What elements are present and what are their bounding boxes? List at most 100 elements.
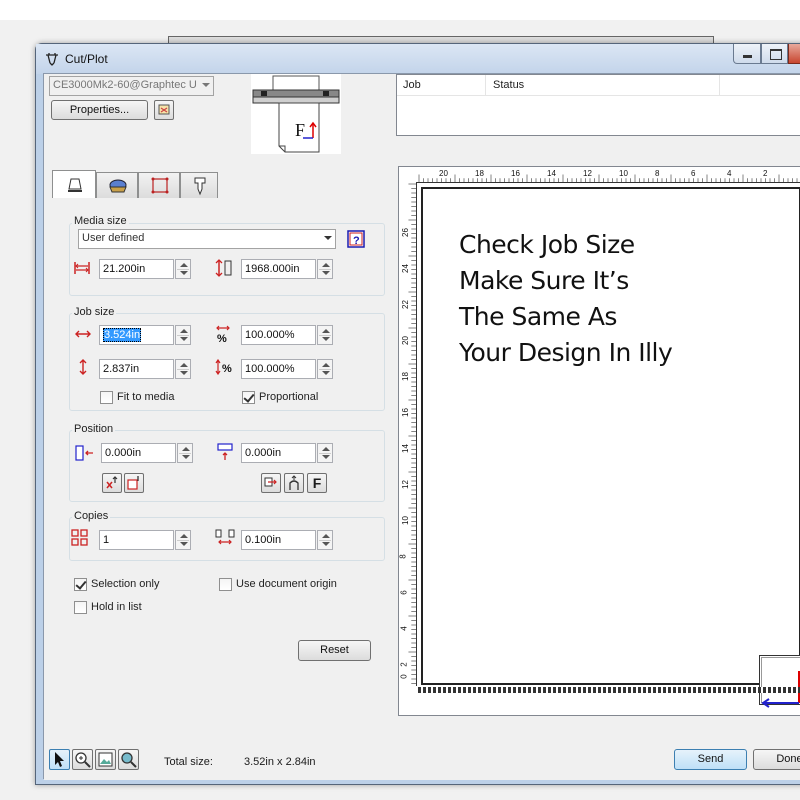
job-height-spin-buttons[interactable] <box>175 359 191 379</box>
height-scale-spin-buttons[interactable] <box>317 359 333 379</box>
select-tool-button[interactable] <box>49 749 70 770</box>
annotation-line: Make Sure It’s <box>459 266 629 295</box>
position-y-input[interactable]: 0.000in <box>241 443 316 463</box>
h-ruler-label: 12 <box>583 169 592 178</box>
v-ruler-label: 14 <box>400 444 410 453</box>
set-origin-button[interactable] <box>124 473 144 493</box>
status-column-header[interactable]: Status <box>493 79 524 91</box>
plotter-illustration-icon: F <box>251 74 341 154</box>
maximize-button[interactable] <box>761 44 788 64</box>
device-select[interactable]: CE3000Mk2-60@Graphtec U <box>49 76 214 96</box>
device-settings-button[interactable] <box>154 100 174 120</box>
h-ruler-label: 20 <box>439 169 448 178</box>
position-y-spin-buttons[interactable] <box>317 443 333 463</box>
svg-text:F: F <box>295 120 305 140</box>
copies-icon <box>71 529 88 546</box>
media-width-icon <box>74 262 90 274</box>
h-ruler-label: 16 <box>511 169 520 178</box>
copies-label: Copies <box>72 510 111 522</box>
media-length-value: 1968.000in <box>245 263 300 275</box>
v-ruler-label: 18 <box>400 372 410 381</box>
position-x-input[interactable]: 0.000in <box>101 443 176 463</box>
media-width-input[interactable]: 21.200in <box>99 259 174 279</box>
proportional-label: Proportional <box>259 391 319 403</box>
job-height-value: 2.837in <box>103 363 140 375</box>
fit-to-media-box[interactable] <box>100 391 113 404</box>
media-length-spin-buttons[interactable] <box>317 259 333 279</box>
position-x-spin-buttons[interactable] <box>177 443 193 463</box>
chevron-down-icon <box>324 236 332 240</box>
annotation-line: Your Design In Illy <box>459 338 673 367</box>
reset-button[interactable]: Reset <box>298 640 371 661</box>
position-label: Position <box>72 423 116 435</box>
done-button[interactable]: Done <box>753 749 800 770</box>
svg-text:%: % <box>222 363 232 375</box>
svg-text:?: ? <box>353 235 360 247</box>
selection-only-box[interactable] <box>74 578 87 591</box>
tab-weed[interactable] <box>96 172 138 198</box>
use-document-origin-box[interactable] <box>219 578 232 591</box>
h-ruler-label: 18 <box>475 169 484 178</box>
position-y-value: 0.000in <box>245 447 282 459</box>
zoom-fit-icon <box>121 752 137 768</box>
close-button[interactable] <box>788 44 800 64</box>
send-button[interactable]: Send <box>674 749 747 770</box>
job-width-spin-buttons[interactable] <box>175 325 191 345</box>
v-ruler-label: 22 <box>400 300 410 309</box>
media-type-select[interactable]: User defined <box>78 229 336 249</box>
media-size-label: Media size <box>72 215 129 227</box>
status-bar: Total size: 3.52in x 2.84in Send Done <box>44 744 800 780</box>
total-size-label: Total size: <box>164 756 213 768</box>
align-job-icon <box>264 477 277 487</box>
minimize-button[interactable] <box>733 44 761 64</box>
h-ruler-label: 2 <box>763 169 768 178</box>
desktop-background <box>0 0 800 20</box>
v-ruler-label: 12 <box>400 480 410 489</box>
zoom-page-button[interactable] <box>95 749 116 770</box>
preview-area[interactable]: 20 18 16 14 12 10 8 6 4 2 26 24 22 20 18… <box>398 166 800 716</box>
media-width-spin-buttons[interactable] <box>175 259 191 279</box>
tab-frame[interactable] <box>138 172 180 198</box>
arrow-pointer-icon <box>55 752 64 767</box>
media-length-input[interactable]: 1968.000in <box>241 259 316 279</box>
proportional-box[interactable] <box>242 391 255 404</box>
align-job-button[interactable] <box>261 473 281 493</box>
selection-only-label: Selection only <box>91 578 160 590</box>
v-ruler-label: 26 <box>400 228 410 237</box>
copies-spin-buttons[interactable] <box>175 530 191 550</box>
flip-job-button[interactable]: F <box>307 473 327 493</box>
general-tab-panel: Media size User defined ? 21.200in 1968.… <box>44 197 389 772</box>
hold-in-list-box[interactable] <box>74 601 87 614</box>
tab-tool[interactable] <box>180 172 218 198</box>
zoom-fit-button[interactable] <box>118 749 139 770</box>
media-help-icon[interactable]: ? <box>347 230 365 248</box>
height-scale-value: 100.000% <box>245 363 295 375</box>
height-scale-input[interactable]: 100.000% <box>241 359 316 379</box>
copies-input[interactable]: 1 <box>99 530 174 550</box>
clear-origin-button[interactable] <box>102 473 122 493</box>
zoom-tool-button[interactable] <box>72 749 93 770</box>
job-list[interactable]: Job Status <box>396 74 800 136</box>
media-width-value: 21.200in <box>103 263 146 275</box>
job-height-input[interactable]: 2.837in <box>99 359 174 379</box>
tab-general[interactable] <box>52 170 96 198</box>
chevron-down-icon <box>202 83 210 87</box>
copy-spacing-icon <box>215 529 235 545</box>
width-scale-value: 100.000% <box>245 329 295 341</box>
frame-tab-icon <box>151 177 169 194</box>
v-ruler-label: 10 <box>400 516 410 525</box>
center-job-button[interactable] <box>284 473 304 493</box>
properties-button[interactable]: Properties... <box>51 100 148 120</box>
v-ruler-label: 24 <box>400 264 410 273</box>
width-scale-icon: % <box>216 325 230 343</box>
width-scale-spin-buttons[interactable] <box>317 325 333 345</box>
copy-spacing-spin-buttons[interactable] <box>317 530 333 550</box>
title-bar[interactable]: Cut/Plot <box>36 44 800 74</box>
width-scale-input[interactable]: 100.000% <box>241 325 316 345</box>
copy-spacing-value: 0.100in <box>245 534 282 546</box>
job-width-input[interactable]: 3.524in <box>99 325 174 345</box>
v-ruler-label: 0 <box>399 674 409 679</box>
copy-spacing-input[interactable]: 0.100in <box>241 530 316 550</box>
job-column-header[interactable]: Job <box>403 79 421 91</box>
job-list-header: Job Status <box>397 75 800 96</box>
